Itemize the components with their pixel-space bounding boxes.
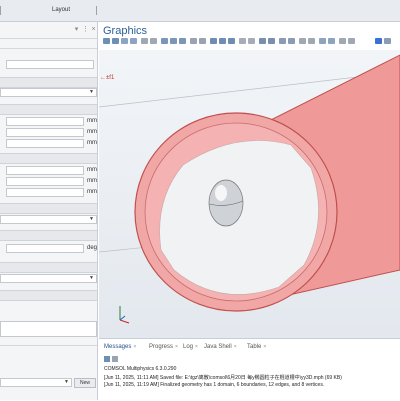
render-icon[interactable]	[268, 38, 275, 44]
tab-log[interactable]: Log ×	[183, 344, 198, 350]
close-icon[interactable]: ×	[89, 26, 98, 34]
graphics-toolbar	[103, 36, 400, 48]
unit-label: mm	[87, 118, 97, 124]
selection-label: ←±f1	[100, 75, 115, 81]
chevron-down-icon: ▼	[89, 89, 94, 95]
section-header[interactable]	[0, 262, 97, 273]
transparency-icon[interactable]	[248, 38, 255, 44]
select-box-icon[interactable]	[199, 38, 206, 44]
section-header[interactable]	[0, 203, 97, 214]
unit-label: deg	[87, 245, 98, 251]
close-icon[interactable]: ×	[133, 344, 136, 350]
size-field-3[interactable]	[6, 139, 84, 148]
lighting-icon[interactable]	[259, 38, 266, 44]
layers-select[interactable]: ▼	[0, 274, 97, 283]
pin-icon[interactable]: ▾	[72, 26, 81, 34]
section-header[interactable]	[0, 230, 97, 241]
section-select[interactable]: ▼	[0, 88, 97, 97]
tab-label: Table	[247, 344, 262, 350]
hide-icon[interactable]	[210, 38, 217, 44]
select-icon[interactable]	[190, 38, 197, 44]
divider	[0, 38, 97, 39]
section-header[interactable]	[0, 290, 97, 301]
toolbar-separator	[0, 6, 1, 15]
zoom-out-icon[interactable]	[112, 38, 119, 44]
graphics-mode-icon[interactable]	[375, 38, 382, 44]
measure-icon[interactable]	[319, 38, 326, 44]
toolbar-separator	[96, 6, 97, 15]
divider	[0, 48, 97, 49]
rotate-icon[interactable]	[170, 38, 177, 44]
close-icon[interactable]: ×	[175, 344, 178, 350]
close-icon[interactable]: ×	[263, 344, 266, 350]
zoom-box-icon[interactable]	[121, 38, 128, 44]
snapshot-icon[interactable]	[299, 38, 306, 44]
chevron-down-icon: ▼	[89, 216, 94, 222]
layer-table[interactable]	[0, 321, 97, 337]
camera-icon[interactable]	[348, 38, 355, 44]
wireframe-icon[interactable]	[239, 38, 246, 44]
section-header[interactable]	[0, 77, 97, 88]
rotation-field[interactable]	[6, 244, 84, 253]
z-axis	[119, 315, 126, 321]
title-bar: Layout	[0, 0, 400, 22]
tab-messages[interactable]: Messages ×	[104, 344, 136, 350]
graphics-viewport[interactable]	[99, 50, 400, 338]
close-icon[interactable]: ×	[195, 344, 198, 350]
geometry-canvas	[99, 54, 400, 324]
section-header[interactable]	[0, 153, 97, 164]
new-button[interactable]: New	[74, 378, 96, 388]
tab-label: Log	[183, 344, 194, 350]
copy-messages-icon[interactable]	[112, 356, 118, 362]
message-line: COMSOL Multiphysics 6.3.0.290	[104, 366, 177, 372]
zoom-in-icon[interactable]	[103, 38, 110, 44]
size-field-2[interactable]	[6, 128, 84, 137]
particle-highlight	[215, 185, 227, 201]
zoom-extents-icon[interactable]	[130, 38, 137, 44]
more-icon[interactable]	[384, 38, 391, 44]
settings-icon[interactable]	[339, 38, 346, 44]
x-axis	[119, 319, 130, 324]
tab-label: Messages	[104, 344, 132, 350]
tab-label: Progress	[149, 344, 174, 350]
tab-java-shell[interactable]: Java Shell ×	[204, 344, 237, 350]
position-field-2[interactable]	[6, 177, 84, 186]
chevron-down-icon: ▼	[64, 379, 69, 385]
label-field[interactable]	[6, 60, 94, 69]
unit-label: mm	[87, 140, 97, 146]
axis-select[interactable]: ▼	[0, 215, 97, 224]
messages-tabs: Messages × Progress × Log × Java Shell × Tab…	[99, 342, 400, 353]
message-line: [Jun 11, 2025, 11:11 AM] Saved file: E:\…	[104, 375, 342, 381]
close-icon[interactable]: ×	[234, 344, 237, 350]
copy-icon[interactable]	[328, 38, 335, 44]
show-icon[interactable]	[219, 38, 226, 44]
print-icon[interactable]	[308, 38, 315, 44]
message-line: [Jun 11, 2025, 11:19 AM] Finalized geome…	[104, 382, 325, 388]
selection-select[interactable]: ▼	[0, 378, 72, 387]
clear-messages-icon[interactable]	[104, 356, 110, 362]
unit-label: mm	[87, 167, 97, 173]
axes-icon[interactable]	[150, 38, 157, 44]
grid-icon[interactable]	[141, 38, 148, 44]
scene-icon[interactable]	[279, 38, 286, 44]
unit-label: mm	[87, 178, 97, 184]
clip-icon[interactable]	[288, 38, 295, 44]
orthographic-icon[interactable]	[179, 38, 186, 44]
unit-label: mm	[87, 189, 97, 195]
unit-label: mm	[87, 129, 97, 135]
position-field-3[interactable]	[6, 188, 84, 197]
layout-label[interactable]: Layout	[52, 7, 70, 13]
section-header[interactable]	[0, 104, 97, 115]
reset-hiding-icon[interactable]	[228, 38, 235, 44]
tab-progress[interactable]: Progress ×	[149, 344, 178, 350]
tab-table[interactable]: Table ×	[247, 344, 266, 350]
divider	[0, 345, 97, 346]
view-icon[interactable]	[161, 38, 168, 44]
chevron-down-icon: ▼	[89, 275, 94, 281]
position-field-1[interactable]	[6, 166, 84, 175]
size-field-1[interactable]	[6, 117, 84, 126]
tab-label: Java Shell	[204, 344, 232, 350]
